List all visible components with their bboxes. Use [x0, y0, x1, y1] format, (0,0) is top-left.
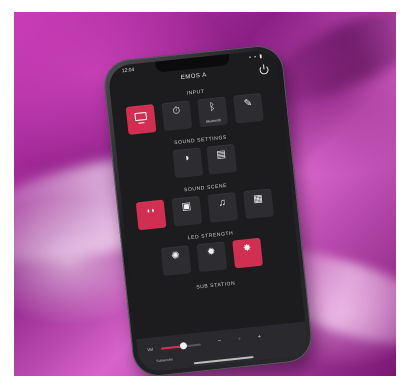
- button-label: [199, 266, 227, 269]
- mute-icon[interactable]: ◦: [232, 334, 247, 345]
- button-label: [246, 213, 274, 216]
- timer-icon: ⏱: [171, 105, 181, 118]
- input-button-timer[interactable]: ⏱: [161, 100, 193, 132]
- led-low-icon: ✹: [206, 246, 217, 259]
- status-time: 12:04: [121, 66, 135, 75]
- surround-icon: ◖◗: [145, 205, 156, 216]
- input-button-tv[interactable]: [125, 104, 157, 135]
- sound-scene-button-surround[interactable]: ◖◗: [135, 199, 167, 231]
- subwoofer-label: Subwoofer: [156, 357, 174, 364]
- button-label: [164, 125, 192, 128]
- bluetooth-icon: ᛒ: [208, 101, 216, 114]
- speaker-icon: ◗: [183, 152, 191, 165]
- button-label: Bluetooth: [206, 118, 222, 124]
- phone-frame: 12:04 ▪ ▪ ▮ EMOS A INPUT ⏱ ᛒ Bluetooth ✎…: [101, 43, 315, 376]
- music-icon: ♫: [217, 197, 227, 209]
- button-label: [236, 118, 264, 121]
- led-button-high[interactable]: ✸: [232, 237, 264, 269]
- equalizer-icon: ▤: [215, 148, 227, 161]
- button-label: [210, 217, 238, 220]
- sound-scene-button-movie[interactable]: ▣: [171, 195, 203, 227]
- plug-icon: ✎: [243, 97, 253, 110]
- status-icons: ▪ ▪ ▮: [248, 53, 264, 61]
- section-sub-title: SUB STATION: [196, 280, 236, 291]
- phone-screen: 12:04 ▪ ▪ ▮ EMOS A INPUT ⏱ ᛒ Bluetooth ✎…: [107, 48, 309, 374]
- button-label: [174, 221, 202, 224]
- sound-scene-button-music[interactable]: ♫: [207, 192, 239, 223]
- button-label: [175, 172, 203, 175]
- button-label: [128, 129, 156, 132]
- sound-setting-button-equalizer[interactable]: ▤: [206, 143, 238, 175]
- input-button-plug[interactable]: ✎: [233, 92, 264, 124]
- led-off-icon: ✺: [170, 250, 181, 263]
- background-photo: 12:04 ▪ ▪ ▮ EMOS A INPUT ⏱ ᛒ Bluetooth ✎…: [14, 12, 396, 376]
- led-button-off[interactable]: ✺: [160, 245, 192, 277]
- volume-slider[interactable]: [161, 342, 202, 350]
- game-icon: ▦: [252, 193, 264, 206]
- power-icon[interactable]: [259, 64, 270, 75]
- input-button-bluetooth[interactable]: ᛒ Bluetooth: [197, 96, 229, 128]
- movie-icon: ▣: [181, 200, 192, 213]
- button-label: [163, 270, 191, 273]
- volume-label: Vol: [146, 346, 153, 353]
- phone: 12:04 ▪ ▪ ▮ EMOS A INPUT ⏱ ᛒ Bluetooth ✎…: [101, 43, 320, 376]
- volume-up-icon[interactable]: +: [252, 332, 267, 343]
- button-label: [235, 263, 263, 266]
- sound-setting-button-speaker[interactable]: ◗: [172, 147, 204, 179]
- volume-down-icon[interactable]: −: [212, 336, 227, 347]
- tv-icon: [134, 111, 148, 122]
- led-button-low[interactable]: ✹: [196, 241, 228, 273]
- button-label: [209, 169, 237, 172]
- home-indicator: [193, 356, 254, 365]
- led-high-icon: ✸: [242, 242, 252, 255]
- button-label: [138, 224, 166, 227]
- sound-scene-button-game[interactable]: ▦: [243, 188, 274, 220]
- volume-slider-knob[interactable]: [179, 342, 187, 350]
